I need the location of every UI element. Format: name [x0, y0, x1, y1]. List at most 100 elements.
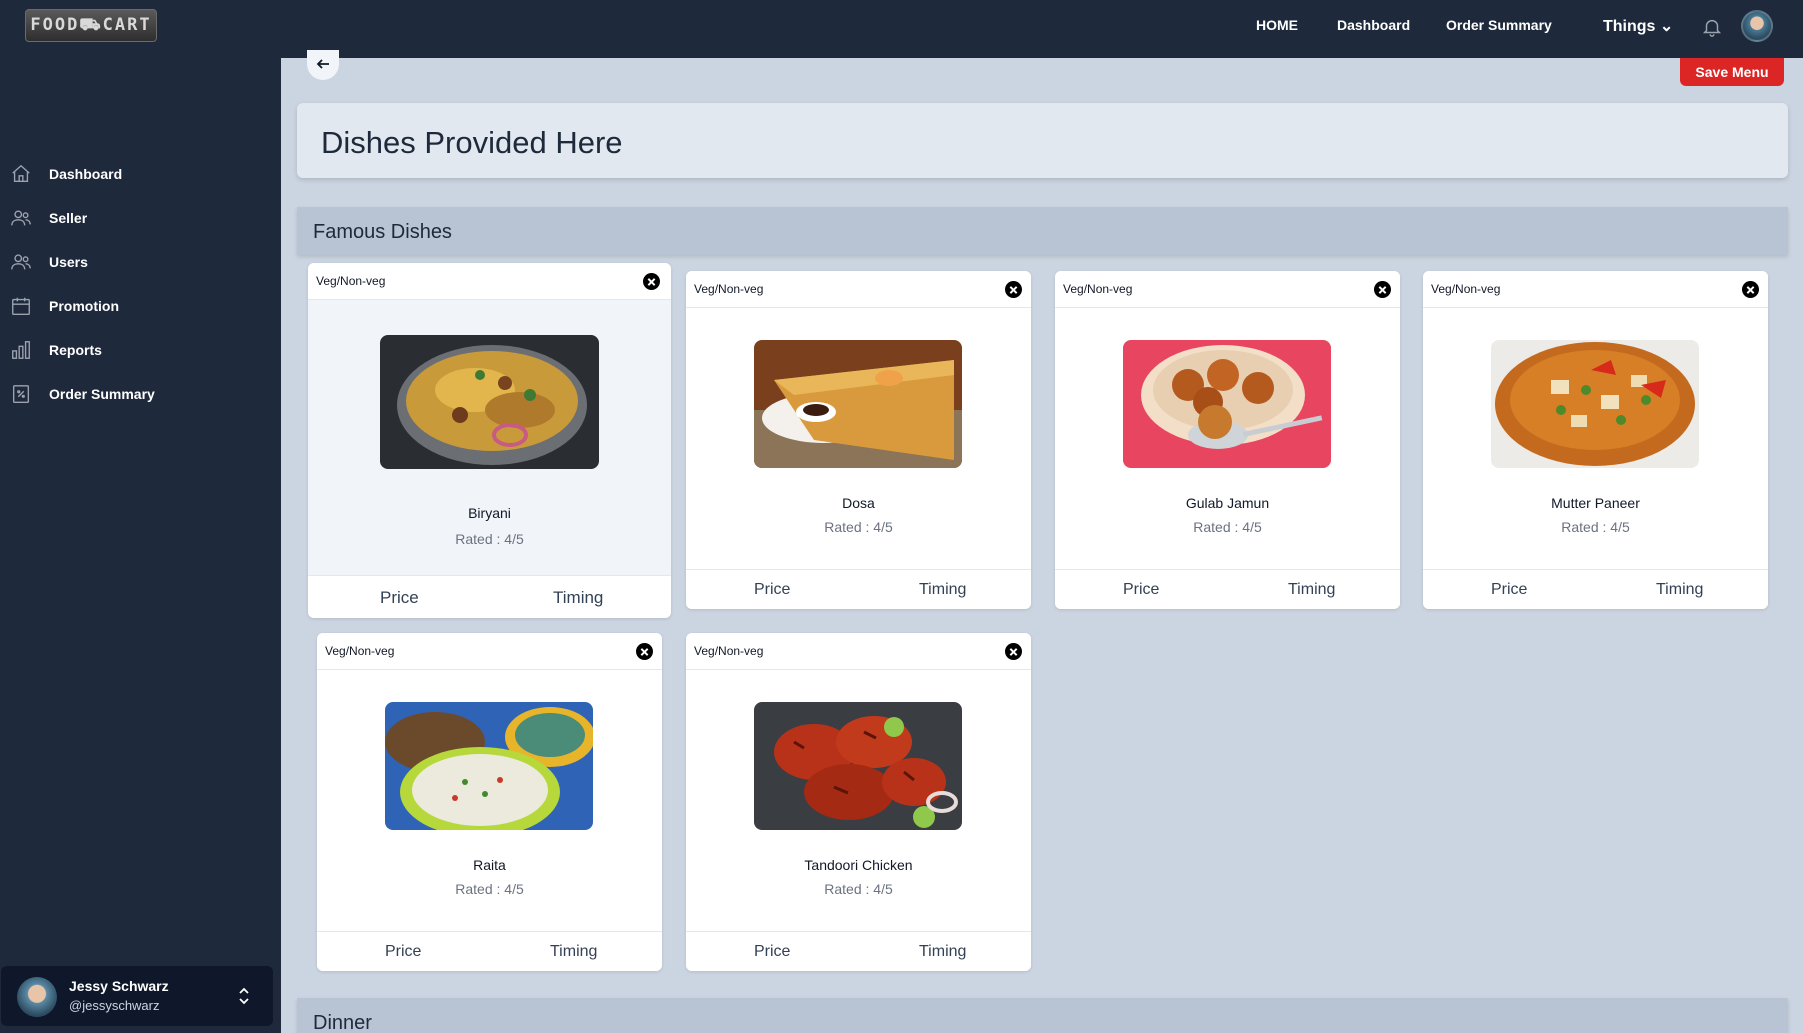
top-bar: FOOD⛟CART HOME Dashboard Order Summary T… [0, 0, 1803, 58]
dish-image-raita [385, 702, 593, 830]
dish-name: Biryani [468, 505, 511, 521]
section-famous-dishes: Famous Dishes [297, 207, 1788, 255]
close-icon[interactable] [1374, 281, 1391, 298]
close-icon[interactable] [1005, 643, 1022, 660]
card-footer: Price Timing [317, 931, 662, 971]
card-footer: Price Timing [308, 575, 671, 618]
dish-name: Raita [473, 857, 506, 873]
section-title: Dinner [313, 1012, 372, 1033]
close-icon[interactable] [1005, 281, 1022, 298]
dish-type: Veg/Non-veg [694, 644, 764, 658]
sidebar-item-reports[interactable]: Reports [0, 330, 281, 370]
card-header: Veg/Non-veg [686, 633, 1031, 670]
sidebar-item-label: Reports [49, 342, 102, 358]
card-header: Veg/Non-veg [308, 263, 671, 300]
avatar [17, 977, 57, 1017]
nav-order-summary-link[interactable]: Order Summary [1446, 0, 1552, 50]
dish-rating: Rated : 4/5 [455, 881, 524, 897]
sidebar-item-label: Dashboard [49, 166, 123, 182]
dish-card-gulab-jamun[interactable]: Veg/Non-veg Gulab Jamun Rated : 4/5 Pric… [1055, 271, 1400, 609]
sidebar-item-label: Order Summary [49, 386, 155, 402]
section-dinner: Dinner [297, 998, 1788, 1033]
dish-image-gulab-jamun [1123, 340, 1331, 468]
card-header: Veg/Non-veg [1055, 271, 1400, 308]
page-title: Dishes Provided Here [321, 125, 623, 160]
dish-rating: Rated : 4/5 [455, 531, 524, 547]
timing-button[interactable]: Timing [550, 943, 597, 961]
sidebar: Dashboard Seller Users Promotion Reports… [0, 58, 281, 1033]
nav-dashboard-link[interactable]: Dashboard [1337, 0, 1410, 50]
receipt-icon [12, 385, 30, 403]
dish-type: Veg/Non-veg [1063, 282, 1133, 296]
bell-icon[interactable] [1701, 15, 1723, 39]
user-handle: @jessyschwarz [69, 998, 160, 1013]
price-button[interactable]: Price [1123, 581, 1159, 599]
dish-card-dosa[interactable]: Veg/Non-veg Dosa Rated : 4/5 Price Timin… [686, 271, 1031, 609]
timing-button[interactable]: Timing [919, 943, 966, 961]
close-icon[interactable] [643, 273, 660, 290]
dish-type: Veg/Non-veg [316, 274, 386, 288]
close-icon[interactable] [1742, 281, 1759, 298]
dish-rating: Rated : 4/5 [824, 881, 893, 897]
dish-rating: Rated : 4/5 [824, 519, 893, 535]
price-button[interactable]: Price [380, 588, 419, 608]
user-profile-card[interactable]: Jessy Schwarz @jessyschwarz [1, 966, 273, 1026]
card-footer: Price Timing [1423, 569, 1768, 609]
nav-things-dropdown[interactable]: Things ⌄ [1603, 2, 1673, 52]
sidebar-item-dashboard[interactable]: Dashboard [0, 154, 281, 194]
dish-type: Veg/Non-veg [694, 282, 764, 296]
profile-avatar[interactable] [1741, 10, 1773, 42]
dish-image-biryani [380, 335, 599, 469]
timing-button[interactable]: Timing [919, 581, 966, 599]
price-button[interactable]: Price [754, 943, 790, 961]
price-button[interactable]: Price [754, 581, 790, 599]
dish-card-tandoori-chicken[interactable]: Veg/Non-veg Tandoori Chicken Rated : 4/5… [686, 633, 1031, 971]
sidebar-item-label: Seller [49, 210, 88, 226]
section-title: Famous Dishes [313, 221, 452, 243]
sidebar-item-label: Promotion [49, 298, 119, 314]
sidebar-item-order-summary[interactable]: Order Summary [0, 374, 281, 414]
chevron-up-down-icon[interactable] [237, 986, 251, 1006]
dish-name: Dosa [842, 495, 875, 511]
timing-button[interactable]: Timing [553, 588, 603, 608]
card-footer: Price Timing [686, 569, 1031, 609]
card-footer: Price Timing [686, 931, 1031, 971]
dish-image-mutter-paneer [1491, 340, 1699, 468]
dish-card-raita[interactable]: Veg/Non-veg Raita Rated : 4/5 Price Timi… [317, 633, 662, 971]
card-header: Veg/Non-veg [686, 271, 1031, 308]
bar-chart-icon [12, 341, 30, 359]
dish-type: Veg/Non-veg [325, 644, 395, 658]
back-button[interactable] [307, 50, 339, 80]
dish-type: Veg/Non-veg [1431, 282, 1501, 296]
sidebar-item-users[interactable]: Users [0, 242, 281, 282]
card-header: Veg/Non-veg [317, 633, 662, 670]
close-icon[interactable] [636, 643, 653, 660]
dish-image-dosa [754, 340, 962, 468]
dish-rating: Rated : 4/5 [1561, 519, 1630, 535]
dish-name: Gulab Jamun [1185, 495, 1270, 511]
price-button[interactable]: Price [1491, 581, 1527, 599]
dish-name: Mutter Paneer [1551, 495, 1640, 511]
dish-card-biryani[interactable]: Veg/Non-veg Biryani Rated : 4/5 Price Ti… [308, 263, 671, 618]
sidebar-item-seller[interactable]: Seller [0, 198, 281, 238]
timing-button[interactable]: Timing [1656, 581, 1703, 599]
home-icon [12, 164, 30, 183]
card-footer: Price Timing [1055, 569, 1400, 609]
sidebar-item-label: Users [49, 254, 88, 270]
user-name: Jessy Schwarz [69, 978, 169, 994]
food-cart-logo[interactable]: FOOD⛟CART [25, 9, 157, 42]
timing-button[interactable]: Timing [1288, 581, 1335, 599]
save-menu-button[interactable]: Save Menu [1680, 58, 1784, 86]
price-button[interactable]: Price [385, 943, 421, 961]
arrow-left-icon [316, 59, 329, 69]
dish-image-tandoori-chicken [754, 702, 962, 830]
sidebar-item-promotion[interactable]: Promotion [0, 286, 281, 326]
page-title-card: Dishes Provided Here [297, 103, 1788, 178]
dish-card-mutter-paneer[interactable]: Veg/Non-veg Mutter Paneer Rated : 4/5 Pr… [1423, 271, 1768, 609]
dish-rating: Rated : 4/5 [1193, 519, 1262, 535]
dish-name: Tandoori Chicken [804, 857, 913, 873]
card-header: Veg/Non-veg [1423, 271, 1768, 308]
calendar-icon [12, 297, 30, 315]
nav-home-link[interactable]: HOME [1256, 0, 1298, 50]
users-icon [11, 210, 31, 226]
